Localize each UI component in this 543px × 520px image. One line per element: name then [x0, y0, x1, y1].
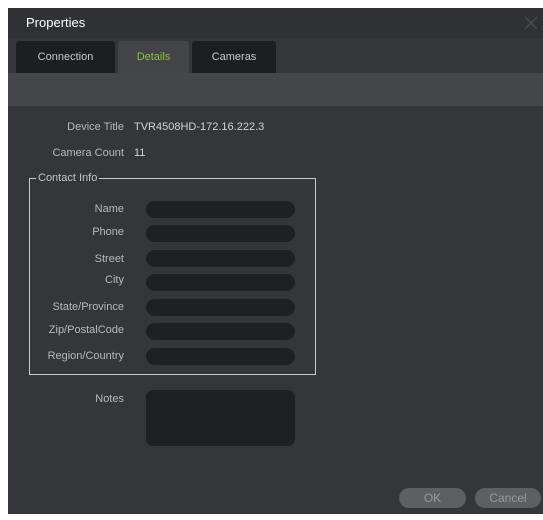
- notes-field[interactable]: [146, 390, 295, 446]
- properties-dialog: Properties Connection Details Cameras De…: [8, 8, 543, 514]
- notes-label: Notes: [95, 393, 124, 405]
- close-button[interactable]: [519, 11, 543, 35]
- ok-button[interactable]: OK: [399, 488, 466, 508]
- street-label: Street: [94, 253, 124, 265]
- city-label: City: [105, 274, 124, 286]
- name-field[interactable]: [146, 201, 295, 218]
- name-label: Name: [94, 203, 124, 215]
- state-province-field[interactable]: [146, 299, 295, 316]
- zip-postalcode-label: Zip/PostalCode: [48, 324, 124, 336]
- title-bar: Properties: [8, 8, 543, 38]
- tab-details[interactable]: Details: [118, 41, 189, 73]
- contact-info-legend: Contact Info: [36, 172, 100, 185]
- zip-postalcode-field[interactable]: [146, 323, 295, 340]
- phone-label: Phone: [92, 226, 124, 238]
- street-field[interactable]: [146, 250, 295, 267]
- tab-connection[interactable]: Connection: [16, 41, 115, 73]
- tab-cameras[interactable]: Cameras: [192, 41, 276, 73]
- camera-count-value: 11: [134, 147, 146, 159]
- close-icon: [524, 16, 538, 30]
- cancel-button[interactable]: Cancel: [475, 488, 541, 508]
- region-country-field[interactable]: [146, 348, 295, 365]
- device-title-label: Device Title: [67, 121, 124, 133]
- tab-strip: Connection Details Cameras: [8, 38, 543, 73]
- device-title-value: TVR4508HD-172.16.222.3: [134, 121, 265, 133]
- tab-toolbar: [8, 73, 543, 106]
- city-field[interactable]: [146, 274, 295, 291]
- window-title: Properties: [26, 15, 86, 30]
- camera-count-label: Camera Count: [52, 147, 124, 159]
- state-province-label: State/Province: [52, 301, 124, 313]
- phone-field[interactable]: [146, 225, 295, 242]
- region-country-label: Region/Country: [47, 350, 124, 362]
